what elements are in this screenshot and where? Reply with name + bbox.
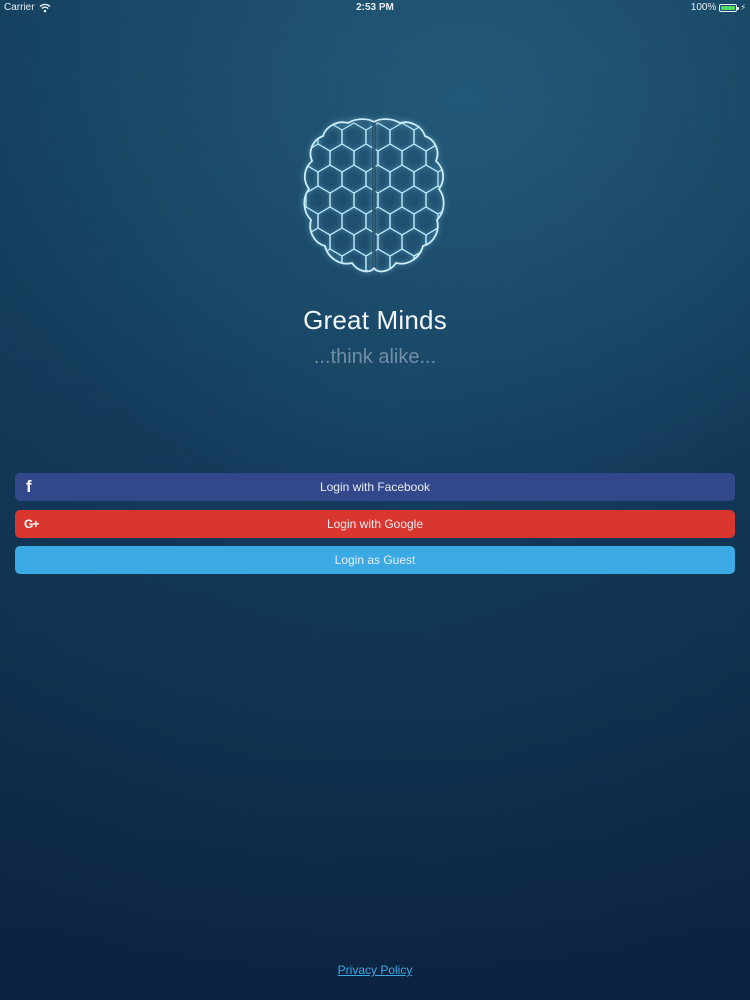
charging-icon: ⚡ — [740, 2, 746, 12]
login-facebook-button[interactable]: f Login with Facebook — [15, 473, 735, 501]
status-time: 2:53 PM — [356, 2, 394, 13]
battery-fill — [721, 5, 736, 10]
login-guest-button[interactable]: Login as Guest — [15, 546, 735, 574]
google-plus-icon: G+ — [24, 517, 39, 531]
status-bar: Carrier 2:53 PM 100% ⚡ — [0, 0, 750, 16]
app-tagline: ...think alike... — [313, 346, 437, 368]
privacy-policy-link[interactable]: Privacy Policy — [338, 963, 413, 977]
login-screen: Carrier 2:53 PM 100% ⚡ Great Minds ...th… — [0, 0, 750, 1000]
app-title: Great Minds — [303, 305, 447, 335]
login-google-label: Login with Google — [326, 517, 424, 531]
battery-cap — [737, 6, 740, 10]
battery-icon — [719, 3, 740, 12]
brain-hexagon-icon — [298, 116, 452, 282]
login-facebook-label: Login with Facebook — [319, 480, 431, 494]
battery-percent: 100% — [690, 2, 717, 13]
login-google-button[interactable]: G+ Login with Google — [15, 510, 735, 538]
login-guest-label: Login as Guest — [334, 553, 416, 567]
facebook-icon: f — [26, 477, 32, 496]
status-right: 100% ⚡ — [691, 2, 746, 13]
privacy-policy-container: Privacy Policy — [0, 963, 750, 977]
